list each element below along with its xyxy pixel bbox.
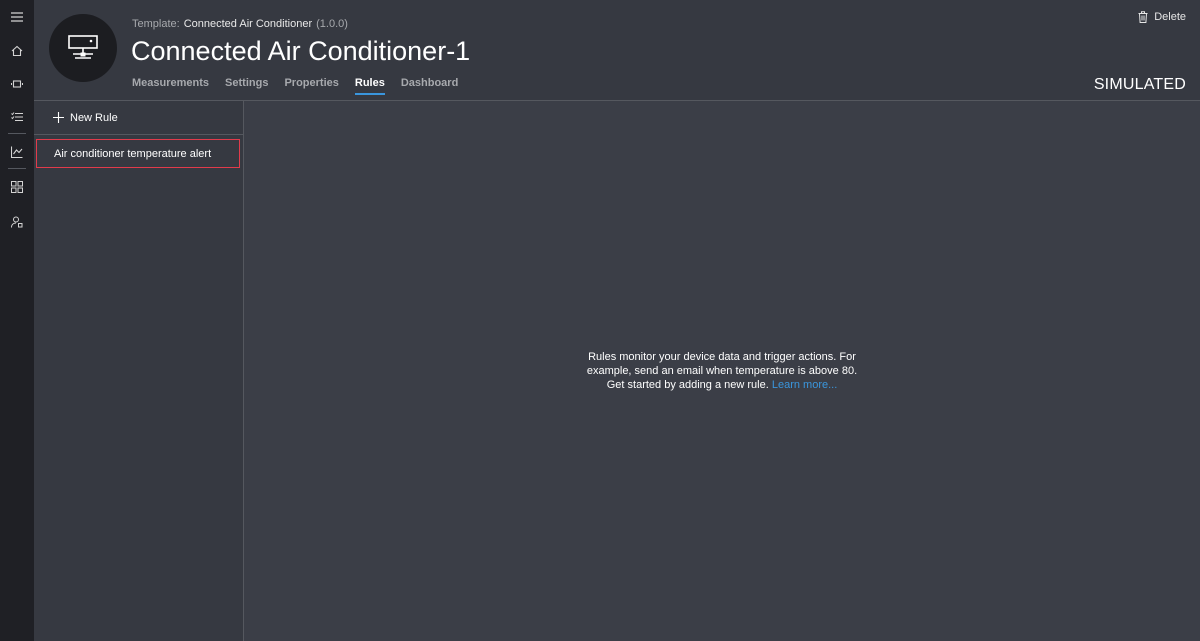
nav-divider — [8, 133, 26, 134]
rules-empty-state: Rules monitor your device data and trigg… — [578, 350, 866, 392]
page-title: Connected Air Conditioner-1 — [131, 36, 471, 66]
template-info: Template: Connected Air Conditioner (1.0.0… — [132, 18, 348, 30]
tab-settings[interactable]: Settings — [225, 77, 268, 95]
new-rule-label: New Rule — [70, 111, 118, 124]
template-version: (1.0.0) — [316, 18, 348, 30]
analytics-icon[interactable] — [0, 139, 34, 165]
dashboards-icon[interactable] — [0, 174, 34, 200]
device-avatar — [49, 14, 117, 82]
delete-button[interactable]: Delete — [1138, 11, 1186, 23]
device-header: Template: Connected Air Conditioner (1.0.0… — [34, 0, 1200, 101]
status-badge: SIMULATED — [1093, 76, 1186, 93]
trash-icon — [1138, 11, 1148, 23]
new-rule-button[interactable]: New Rule — [34, 101, 243, 135]
devices-icon[interactable] — [0, 71, 34, 97]
nav-divider — [8, 168, 26, 169]
plus-icon — [53, 112, 64, 123]
template-label: Template: — [132, 18, 180, 30]
nav-rail — [0, 0, 34, 641]
template-name[interactable]: Connected Air Conditioner — [184, 18, 312, 30]
rule-list-item[interactable]: Air conditioner temperature alert — [36, 139, 240, 168]
tab-bar: Measurements Settings Properties Rules D… — [132, 77, 458, 95]
home-icon[interactable] — [0, 38, 34, 64]
administration-icon[interactable] — [0, 209, 34, 235]
rule-label: Air conditioner temperature alert — [54, 147, 212, 160]
device-templates-icon[interactable] — [0, 104, 34, 130]
menu-icon[interactable] — [0, 4, 34, 30]
learn-more-link[interactable]: Learn more... — [772, 379, 837, 391]
device-icon — [68, 35, 98, 59]
tab-properties[interactable]: Properties — [284, 77, 338, 95]
tab-measurements[interactable]: Measurements — [132, 77, 209, 95]
tab-dashboard[interactable]: Dashboard — [401, 77, 458, 95]
delete-label: Delete — [1154, 11, 1186, 23]
tab-rules[interactable]: Rules — [354, 77, 385, 95]
rules-list-pane: New Rule Air conditioner temperature ale… — [34, 101, 244, 641]
